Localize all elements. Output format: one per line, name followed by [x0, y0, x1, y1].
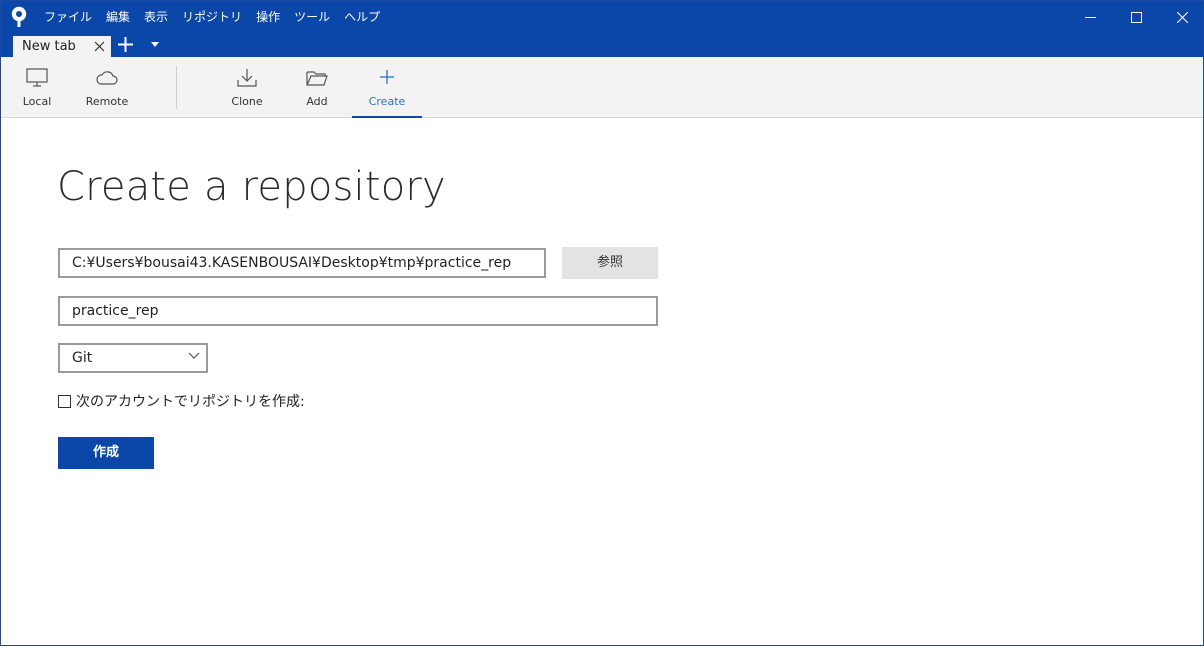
page-title: Create a repository [57, 164, 446, 210]
menu-tools[interactable]: ツール [294, 1, 330, 33]
toolbar-clone-button[interactable]: Clone [221, 57, 273, 117]
maximize-button[interactable] [1113, 1, 1159, 33]
download-icon [237, 69, 257, 87]
toolbar-remote-label: Remote [85, 95, 129, 108]
minimize-icon [1084, 16, 1096, 18]
destination-path-input[interactable]: C:¥Users¥bousai43.KASENBOUSAI¥Desktop¥tm… [58, 248, 546, 278]
vcs-type-select[interactable]: Git [58, 343, 208, 373]
toolbar-create-button[interactable]: Create [352, 57, 422, 118]
add-tab-icon[interactable] [117, 36, 134, 53]
toolbar-clone-label: Clone [231, 95, 263, 108]
create-account-repo-checkbox[interactable] [58, 394, 71, 408]
tab-strip: New tab [1, 33, 1203, 57]
folder-open-icon [306, 71, 328, 86]
title-bar: ファイル 編集 表示 リポジトリ 操作 ツール ヘルプ [1, 1, 1203, 33]
create-button[interactable]: 作成 [58, 437, 154, 469]
menu-help[interactable]: ヘルプ [344, 1, 380, 33]
repository-name-input[interactable]: practice_rep [58, 296, 658, 326]
create-account-repo-option[interactable]: 次のアカウントでリポジトリを作成: [58, 393, 305, 410]
toolbar-local-button[interactable]: Local [11, 57, 63, 117]
close-window-button[interactable] [1159, 1, 1204, 33]
browse-button[interactable]: 参照 [562, 247, 658, 279]
tab-label: New tab [22, 39, 76, 54]
toolbar: Local Remote Clone Add Create [1, 57, 1203, 118]
sourcetree-logo-icon [11, 6, 27, 27]
monitor-icon [26, 68, 48, 87]
toolbar-create-label: Create [368, 95, 406, 108]
tab-list-dropdown-icon[interactable] [151, 42, 159, 48]
toolbar-add-label: Add [306, 95, 328, 108]
menu-edit[interactable]: 編集 [106, 1, 130, 33]
maximize-icon [1130, 11, 1142, 23]
app-window: ファイル 編集 表示 リポジトリ 操作 ツール ヘルプ New tab Loca… [0, 0, 1204, 646]
close-icon [1176, 11, 1188, 23]
toolbar-divider [176, 66, 177, 109]
chevron-down-icon [188, 352, 200, 359]
vcs-type-value: Git [72, 350, 93, 366]
tab-new[interactable]: New tab [13, 34, 111, 57]
tab-close-icon[interactable] [93, 40, 106, 53]
toolbar-add-button[interactable]: Add [291, 57, 343, 117]
menu-repository[interactable]: リポジトリ [182, 1, 242, 33]
create-account-repo-label: 次のアカウントでリポジトリを作成: [76, 394, 305, 410]
menu-bar: ファイル 編集 表示 リポジトリ 操作 ツール ヘルプ [44, 1, 394, 33]
toolbar-remote-button[interactable]: Remote [79, 57, 135, 117]
menu-actions[interactable]: 操作 [256, 1, 280, 33]
toolbar-local-label: Local [22, 95, 52, 108]
menu-file[interactable]: ファイル [44, 1, 92, 33]
minimize-button[interactable] [1067, 1, 1113, 33]
cloud-icon [96, 71, 118, 85]
plus-icon [380, 70, 394, 84]
menu-view[interactable]: 表示 [144, 1, 168, 33]
